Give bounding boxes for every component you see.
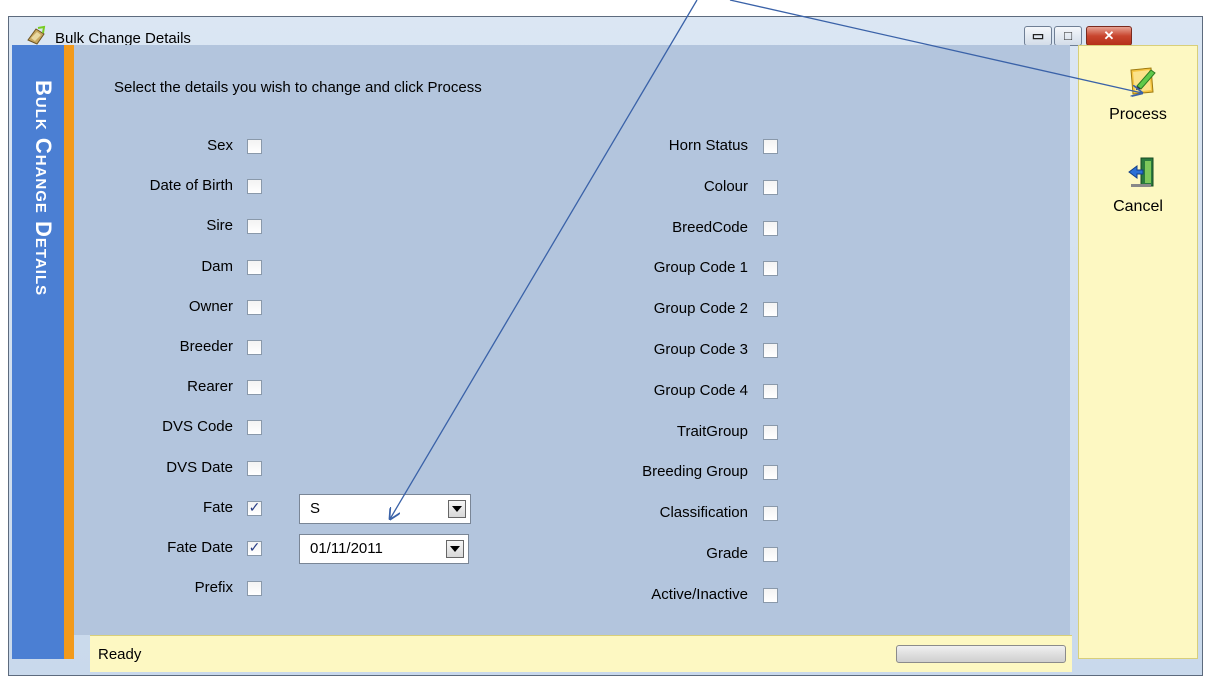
fate-date-checkbox[interactable]: ✓ — [247, 539, 262, 556]
fate-dropdown-button[interactable] — [448, 500, 466, 518]
traitgroup-checkbox[interactable] — [763, 424, 778, 440]
dvs-code-checkbox[interactable] — [247, 420, 262, 436]
colour-label: Colour — [703, 177, 748, 195]
cancel-label: Cancel — [1113, 198, 1163, 215]
dvs-date-checkbox[interactable] — [247, 460, 262, 476]
sire-label: Sire — [206, 217, 233, 235]
maximize-icon: □ — [1064, 28, 1072, 43]
owner-checkbox[interactable] — [247, 299, 262, 315]
chevron-down-icon — [452, 506, 462, 512]
group-code-4-label: Group Code 4 — [653, 381, 748, 399]
colour-checkbox[interactable] — [763, 179, 778, 195]
grade-label: Grade — [706, 545, 748, 562]
group-code-2-checkbox[interactable] — [763, 302, 778, 318]
breeder-label: Breeder — [179, 338, 233, 355]
status-text: Ready — [98, 646, 142, 663]
fate-date-label: Fate Date — [167, 539, 233, 556]
process-button[interactable]: Process — [1079, 64, 1197, 144]
rearer-checkbox[interactable] — [247, 380, 262, 396]
dvs-code-label: DVS Code — [162, 418, 233, 436]
app-icon — [27, 25, 46, 45]
progress-bar — [896, 645, 1066, 663]
prefix-checkbox[interactable] — [247, 581, 262, 597]
fate-date-dropdown-button[interactable] — [446, 540, 464, 558]
group-code-1-label: Group Code 1 — [653, 259, 748, 277]
maximize-button[interactable]: □ — [1054, 26, 1082, 46]
traitgroup-label: TraitGroup — [676, 422, 748, 440]
rearer-label: Rearer — [187, 378, 233, 396]
close-button[interactable]: ✕ — [1086, 26, 1132, 46]
horn-status-label: Horn Status — [668, 137, 748, 154]
fate-date-value: 01/11/2011 — [310, 540, 383, 557]
chevron-down-icon — [450, 546, 460, 552]
group-code-1-checkbox[interactable] — [763, 261, 778, 277]
group-code-2-label: Group Code 2 — [653, 300, 748, 318]
classification-checkbox[interactable] — [763, 506, 778, 522]
dam-checkbox[interactable] — [247, 259, 262, 275]
group-code-3-checkbox[interactable] — [763, 343, 778, 358]
horn-status-checkbox[interactable] — [763, 139, 778, 154]
close-icon: ✕ — [1103, 28, 1115, 43]
breeding-group-label: Breeding Group — [642, 463, 748, 481]
owner-label: Owner — [188, 297, 233, 315]
action-toolbar: Process Cancel — [1078, 45, 1198, 659]
dvs-date-label: DVS Date — [166, 458, 233, 476]
fate-label: Fate — [202, 498, 233, 516]
sex-checkbox[interactable] — [247, 139, 262, 154]
pencil-document-icon — [1130, 67, 1156, 95]
exit-door-icon — [1128, 157, 1154, 187]
checkmark-icon: ✓ — [248, 498, 261, 515]
fate-combo-value: S — [310, 500, 321, 517]
breedcode-checkbox[interactable] — [763, 220, 778, 236]
banner-stripe — [64, 45, 74, 659]
fate-checkbox[interactable]: ✓ — [247, 498, 262, 516]
checkmark-icon: ✓ — [248, 539, 261, 555]
classification-label: Classification — [659, 504, 748, 522]
date-of-birth-checkbox[interactable] — [247, 179, 262, 195]
breedcode-label: BreedCode — [672, 218, 748, 236]
minimize-icon: ▭ — [1031, 28, 1045, 43]
prefix-label: Prefix — [194, 579, 233, 597]
fate-combo[interactable]: S — [299, 494, 471, 524]
breeding-group-checkbox[interactable] — [763, 465, 778, 481]
active-inactive-checkbox[interactable] — [763, 587, 778, 603]
date-of-birth-label: Date of Birth — [149, 177, 233, 195]
group-code-4-checkbox[interactable] — [763, 383, 778, 399]
grade-checkbox[interactable] — [763, 547, 778, 562]
banner-title: Bulk Change Details — [31, 80, 56, 297]
minimize-button[interactable]: ▭ — [1024, 26, 1052, 46]
cancel-button[interactable]: Cancel — [1079, 156, 1197, 236]
instruction-text: Select the details you wish to change an… — [114, 79, 482, 96]
breeder-checkbox[interactable] — [247, 340, 262, 355]
dam-label: Dam — [201, 257, 233, 275]
process-label: Process — [1109, 106, 1167, 123]
fate-date-combo[interactable]: 01/11/2011 — [299, 534, 469, 564]
status-bar: Ready — [90, 635, 1072, 672]
sex-label: Sex — [207, 137, 233, 154]
active-inactive-label: Active/Inactive — [651, 585, 748, 603]
group-code-3-label: Group Code 3 — [653, 341, 748, 358]
sire-checkbox[interactable] — [247, 219, 262, 235]
